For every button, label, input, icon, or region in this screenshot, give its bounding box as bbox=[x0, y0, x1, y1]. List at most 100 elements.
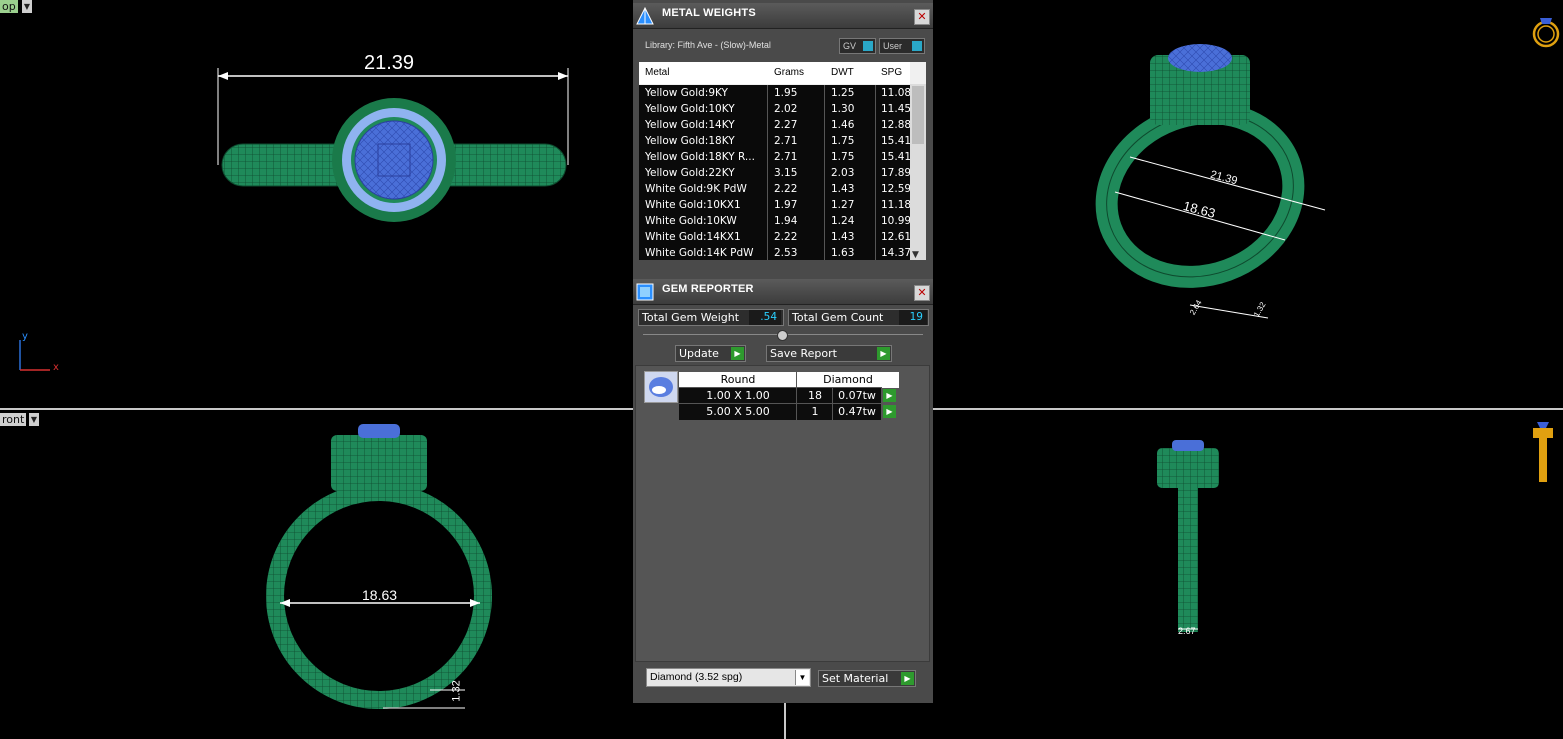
column-divider bbox=[824, 149, 825, 165]
metal-table-vscroll[interactable]: ▼ bbox=[910, 84, 926, 260]
user-toggle[interactable]: User bbox=[879, 38, 925, 54]
update-play-icon: ▶ bbox=[731, 347, 744, 360]
column-divider bbox=[767, 165, 768, 181]
metal-table-row[interactable]: White Gold:9K PdW 2.22 1.43 12.59 bbox=[639, 181, 911, 197]
grams-cell: 2.22 bbox=[774, 231, 798, 243]
spg-cell: 14.37 bbox=[881, 247, 911, 259]
metal-name-cell: White Gold:9K PdW bbox=[645, 183, 747, 195]
gem-row-select-button[interactable]: ▶ bbox=[883, 405, 896, 418]
spg-cell: 12.88 bbox=[881, 119, 911, 131]
metal-table-row[interactable]: Yellow Gold:9KY 1.95 1.25 11.08 bbox=[639, 85, 911, 101]
dwt-cell: 2.03 bbox=[831, 167, 855, 179]
spg-cell: 10.99 bbox=[881, 215, 911, 227]
metal-table-row[interactable]: Yellow Gold:22KY 3.15 2.03 17.89 bbox=[639, 165, 911, 181]
spg-cell: 15.41 bbox=[881, 135, 911, 147]
dwt-cell: 1.43 bbox=[831, 183, 855, 195]
metal-weights-titlebar[interactable]: METAL WEIGHTS ✕ bbox=[633, 3, 933, 29]
material-select-arrow[interactable]: ▼ bbox=[795, 670, 809, 685]
front-thickness-dimension: 1.32 bbox=[450, 680, 463, 702]
column-divider bbox=[767, 245, 768, 260]
update-button-label: Update bbox=[679, 347, 719, 360]
total-gem-count-value: 19 bbox=[899, 310, 927, 325]
metal-table-row[interactable]: White Gold:14K PdW 2.53 1.63 14.37 bbox=[639, 245, 911, 260]
vscroll-thumb[interactable] bbox=[912, 86, 924, 144]
column-divider bbox=[824, 181, 825, 197]
vscroll-down-arrow[interactable]: ▼ bbox=[912, 250, 919, 260]
col-spg[interactable]: SPG bbox=[881, 67, 902, 78]
total-gem-weight-label: Total Gem Weight bbox=[642, 311, 740, 324]
total-gem-weight-field: Total Gem Weight .54 bbox=[638, 309, 784, 326]
metal-table-row[interactable]: Yellow Gold:10KY 2.02 1.30 11.45 bbox=[639, 101, 911, 117]
col-metal[interactable]: Metal bbox=[645, 67, 669, 78]
axis-indicator bbox=[19, 340, 50, 371]
gem-reporter-close-button[interactable]: ✕ bbox=[914, 285, 930, 301]
column-divider bbox=[824, 197, 825, 213]
set-material-button[interactable]: Set Material ▶ bbox=[818, 670, 916, 687]
side-panel: METAL WEIGHTS ✕ Library: Fifth Ave - (Sl… bbox=[633, 0, 933, 703]
metal-name-cell: Yellow Gold:22KY bbox=[645, 167, 735, 179]
side-view-ring bbox=[1157, 440, 1219, 632]
total-gem-count-field: Total Gem Count 19 bbox=[788, 309, 929, 326]
grams-cell: 2.27 bbox=[774, 119, 798, 131]
gem-reporter-title: GEM REPORTER bbox=[662, 283, 754, 295]
column-divider bbox=[875, 165, 876, 181]
metal-weights-close-button[interactable]: ✕ bbox=[914, 9, 930, 25]
column-divider bbox=[875, 197, 876, 213]
spg-cell: 12.61 bbox=[881, 231, 911, 243]
spg-cell: 15.41 bbox=[881, 151, 911, 163]
dwt-cell: 1.75 bbox=[831, 135, 855, 147]
metal-name-cell: White Gold:14KX1 bbox=[645, 231, 741, 243]
column-divider bbox=[824, 117, 825, 133]
set-material-play-icon: ▶ bbox=[901, 672, 914, 685]
top-width-dimension: 21.39 bbox=[364, 52, 415, 74]
metal-weights-table[interactable]: Metal Grams DWT SPG Yellow Gold:9KY 1.95 1… bbox=[639, 62, 926, 260]
gv-toggle-label: GV bbox=[843, 41, 857, 51]
dwt-cell: 1.63 bbox=[831, 247, 855, 259]
metal-table-row[interactable]: Yellow Gold:18KY 2.71 1.75 15.41 bbox=[639, 133, 911, 149]
axis-x-label: x bbox=[53, 362, 59, 373]
save-report-button-label: Save Report bbox=[770, 347, 837, 360]
material-select[interactable]: Diamond (3.52 spg) ▼ bbox=[646, 668, 811, 687]
column-divider bbox=[824, 133, 825, 149]
ring-side-icon bbox=[1533, 422, 1553, 482]
grams-cell: 3.15 bbox=[774, 167, 798, 179]
total-gem-weight-value: .54 bbox=[749, 310, 781, 325]
metal-table-row[interactable]: White Gold:10KW 1.94 1.24 10.99 bbox=[639, 213, 911, 229]
column-divider bbox=[875, 117, 876, 133]
material-select-value: Diamond (3.52 spg) bbox=[650, 671, 743, 683]
column-divider bbox=[824, 229, 825, 245]
col-dwt[interactable]: DWT bbox=[831, 67, 854, 78]
col-grams[interactable]: Grams bbox=[774, 67, 804, 78]
gv-toggle[interactable]: GV bbox=[839, 38, 876, 54]
gv-toggle-knob bbox=[863, 41, 873, 51]
column-divider bbox=[875, 101, 876, 117]
splitter-knob[interactable] bbox=[777, 330, 788, 341]
column-divider bbox=[824, 165, 825, 181]
column-divider bbox=[875, 245, 876, 260]
front-view-ring bbox=[266, 424, 492, 709]
ring-icon bbox=[1532, 18, 1560, 48]
update-button[interactable]: Update ▶ bbox=[675, 345, 746, 362]
metal-table-header: Metal Grams DWT SPG bbox=[639, 62, 910, 84]
metal-table-row[interactable]: Yellow Gold:18KY R... 2.71 1.75 15.41 bbox=[639, 149, 911, 165]
save-report-button[interactable]: Save Report ▶ bbox=[766, 345, 892, 362]
spg-cell: 11.08 bbox=[881, 87, 911, 99]
front-inner-dimension: 18.63 bbox=[362, 587, 398, 603]
grams-cell: 1.94 bbox=[774, 215, 798, 227]
column-divider bbox=[767, 229, 768, 245]
column-divider bbox=[875, 85, 876, 101]
user-toggle-label: User bbox=[883, 41, 903, 51]
gem-reporter-titlebar[interactable]: GEM REPORTER ✕ bbox=[633, 279, 933, 305]
column-divider bbox=[875, 149, 876, 165]
spg-cell: 11.45 bbox=[881, 103, 911, 115]
metal-table-row[interactable]: White Gold:14KX1 2.22 1.43 12.61 bbox=[639, 229, 911, 245]
column-divider bbox=[824, 85, 825, 101]
metal-name-cell: Yellow Gold:14KY bbox=[645, 119, 735, 131]
column-divider bbox=[824, 245, 825, 260]
metal-table-row[interactable]: Yellow Gold:14KY 2.27 1.46 12.88 bbox=[639, 117, 911, 133]
metal-table-row[interactable]: White Gold:10KX1 1.97 1.27 11.18 bbox=[639, 197, 911, 213]
round-gem-icon[interactable] bbox=[644, 371, 678, 403]
metal-name-cell: White Gold:14K PdW bbox=[645, 247, 754, 259]
gem-row-select-button[interactable]: ▶ bbox=[883, 389, 896, 402]
column-divider bbox=[767, 101, 768, 117]
